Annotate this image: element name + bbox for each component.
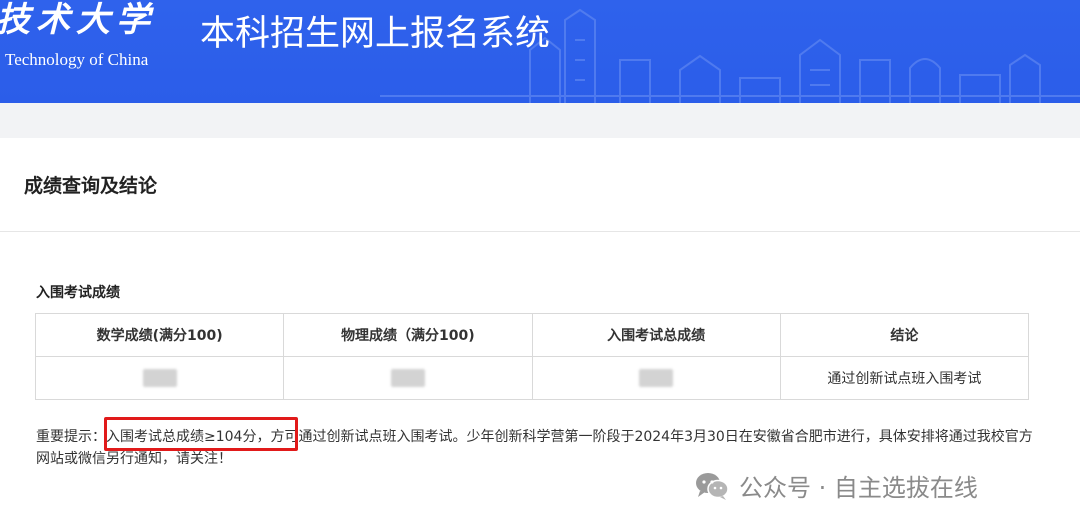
total-score-cell <box>531 356 781 400</box>
red-highlight-box <box>104 417 298 451</box>
physics-score-cell <box>283 356 533 400</box>
wechat-icon <box>696 472 729 500</box>
header-banner: 技术大学 Technology of China 本科招生网上报名系统 <box>0 0 1080 103</box>
notice-prefix: 重要提示： <box>36 429 106 445</box>
university-name-en: Technology of China <box>5 50 149 69</box>
university-name-cn: 技术大学 <box>0 0 156 40</box>
redacted-value <box>639 369 674 387</box>
conclusion-cell: 通过创新试点班入围考试 <box>779 356 1030 400</box>
panel-title: 成绩查询及结论 <box>24 175 158 197</box>
section-label: 入围考试成绩 <box>36 285 120 301</box>
math-score-cell <box>34 356 285 400</box>
system-title: 本科招生网上报名系统 <box>200 14 551 54</box>
column-header-conclusion: 结论 <box>779 313 1030 357</box>
table-row: 通过创新试点班入围考试 <box>34 356 1030 400</box>
watermark-text: 公众号 · 自主选拔在线 <box>739 474 978 502</box>
column-header-math: 数学成绩(满分100) <box>34 313 285 357</box>
table-header-row: 数学成绩(满分100) 物理成绩（满分100) 入围考试总成绩 结论 <box>34 313 1030 357</box>
column-header-physics: 物理成绩（满分100) <box>283 313 533 357</box>
wechat-watermark: 公众号 · 自主选拔在线 <box>695 468 978 503</box>
score-table: 数学成绩(满分100) 物理成绩（满分100) 入围考试总成绩 结论 通过创新试… <box>34 313 1030 400</box>
redacted-value <box>142 369 177 387</box>
column-header-total: 入围考试总成绩 <box>531 313 781 357</box>
panel-header: 成绩查询及结论 <box>0 138 1080 232</box>
redacted-value <box>390 369 425 387</box>
